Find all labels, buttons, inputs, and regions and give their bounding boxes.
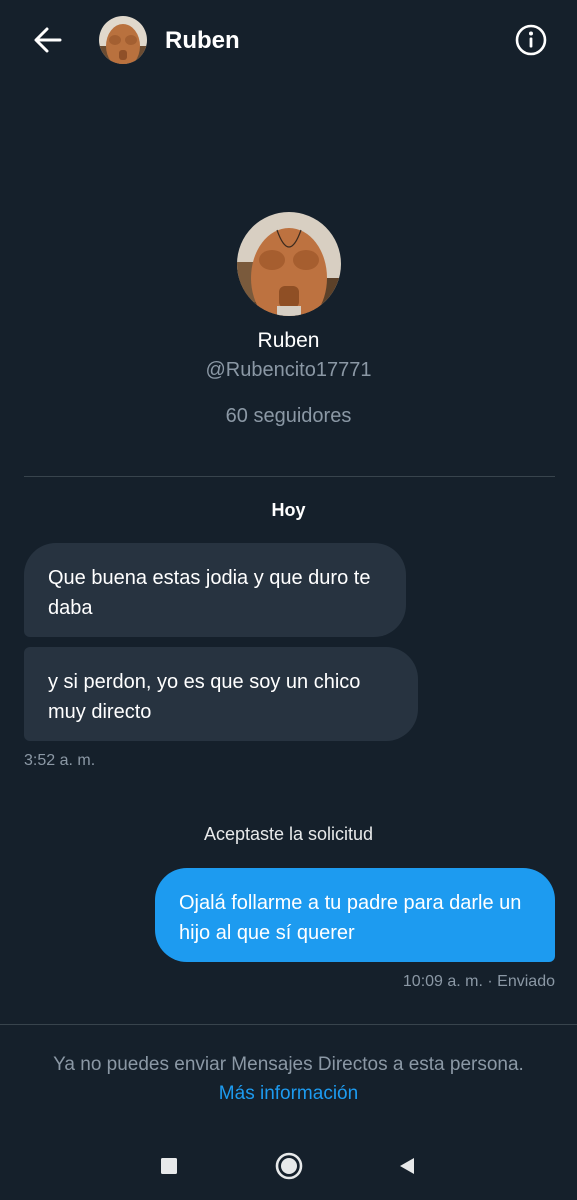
profile-photo-large <box>237 212 341 316</box>
home-button[interactable] <box>271 1148 307 1184</box>
composer-divider <box>0 1024 577 1025</box>
conversation-header: Ruben <box>0 0 577 82</box>
recents-button[interactable] <box>151 1148 187 1184</box>
square-recents-icon <box>161 1158 177 1174</box>
date-separator: Hoy <box>271 500 306 520</box>
followers-count[interactable]: 60 seguidores <box>0 403 577 429</box>
profile-avatar[interactable] <box>237 212 341 316</box>
profile-name: Ruben <box>257 329 320 352</box>
triangle-back-icon <box>400 1158 414 1174</box>
restriction-notice: Ya no puedes enviar Mensajes Directos a … <box>53 1054 524 1075</box>
circle-home-icon <box>275 1152 303 1180</box>
more-info-link[interactable]: Más información <box>0 1081 577 1107</box>
profile-divider <box>24 476 555 477</box>
outgoing-message[interactable]: Ojalá follarme a tu padre para darle un … <box>155 868 555 962</box>
arrow-left-icon <box>34 27 62 53</box>
message-status: 10:09 a. m. · Enviado <box>402 973 555 990</box>
system-message: Aceptaste la solicitud <box>203 824 374 844</box>
system-navigation-bar <box>0 1130 577 1200</box>
header-title[interactable]: Ruben <box>165 27 240 55</box>
system-back-button[interactable] <box>389 1148 425 1184</box>
message-timestamp: 3:52 a. m. <box>24 752 96 769</box>
info-button[interactable] <box>511 20 551 60</box>
profile-handle: @Rubencito17771 <box>205 359 372 381</box>
profile-photo <box>99 16 147 64</box>
back-button[interactable] <box>28 22 68 58</box>
incoming-message[interactable]: Que buena estas jodia y que duro te daba <box>24 543 406 637</box>
incoming-message[interactable]: y si perdon, yo es que soy un chico muy … <box>24 647 418 741</box>
info-circle-icon <box>515 24 547 56</box>
avatar[interactable] <box>99 16 147 64</box>
